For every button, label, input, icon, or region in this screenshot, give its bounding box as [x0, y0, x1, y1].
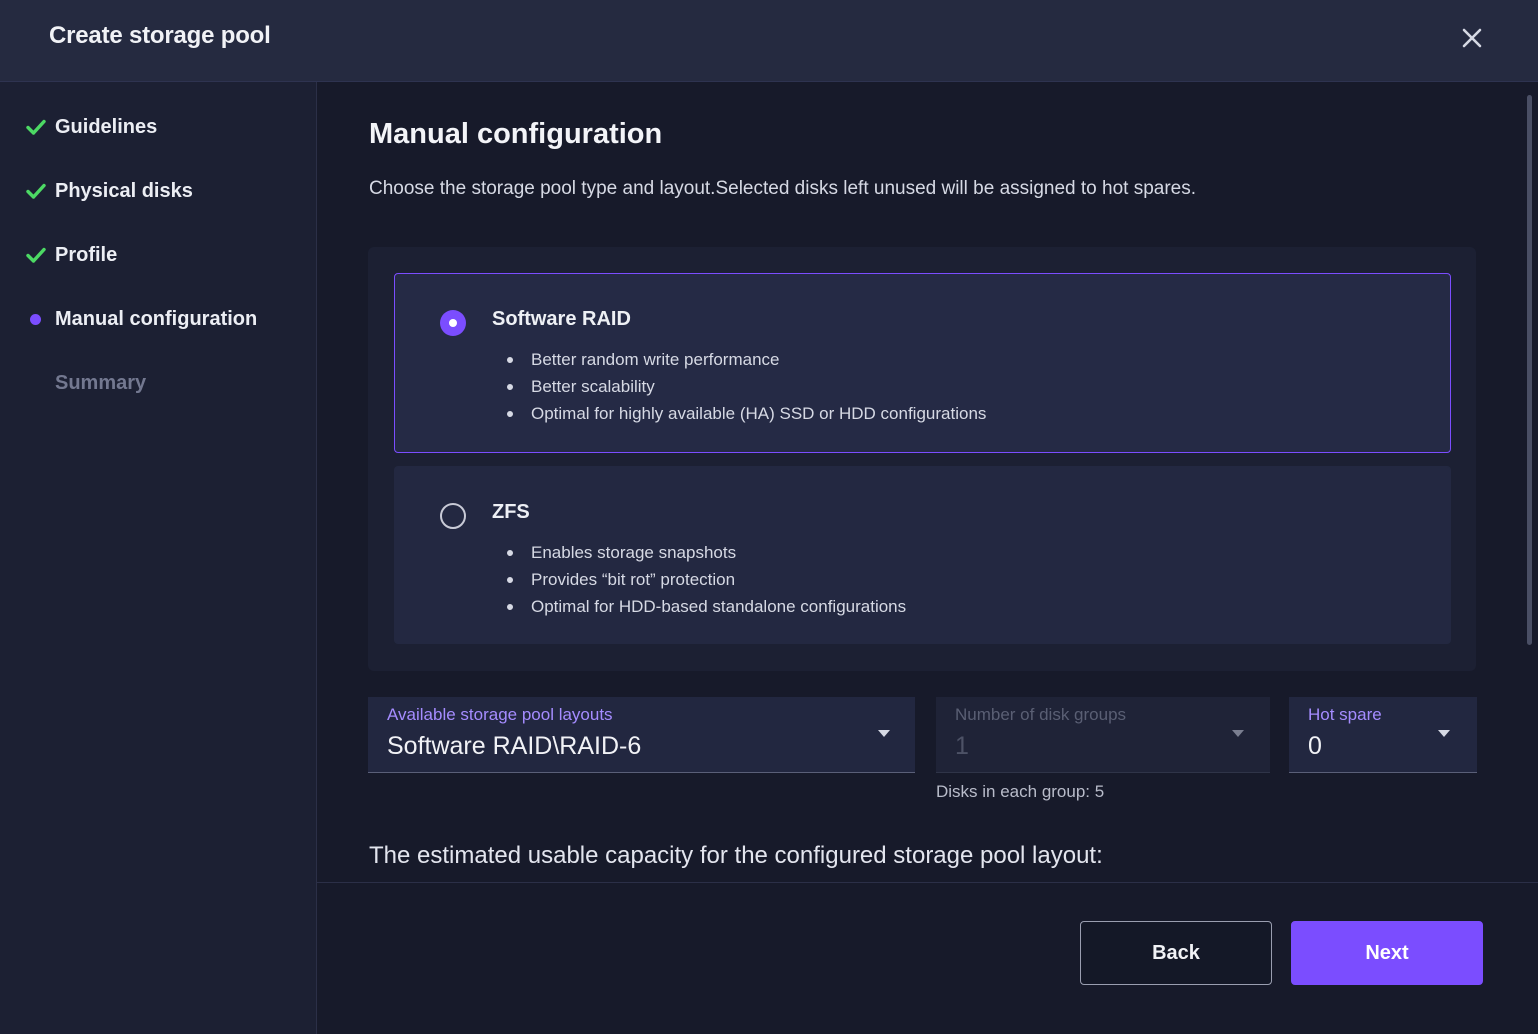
step-label: Physical disks [55, 179, 193, 202]
chevron-down-icon [1232, 730, 1244, 737]
step-label: Manual configuration [55, 307, 258, 330]
disk-groups-select: Number of disk groups 1 [936, 697, 1270, 773]
option-software-raid[interactable]: Software RAID Better random write perfor… [394, 273, 1451, 453]
hot-spare-select[interactable]: Hot spare 0 [1289, 697, 1477, 773]
check-icon [26, 183, 55, 199]
scrollbar[interactable] [1527, 95, 1532, 645]
chevron-down-icon [1438, 730, 1450, 737]
field-value: Software RAID\RAID-6 [387, 732, 642, 760]
field-label: Hot spare [1308, 705, 1382, 724]
field-label: Available storage pool layouts [387, 705, 613, 724]
capacity-heading: The estimated usable capacity for the co… [369, 842, 1103, 869]
close-button[interactable] [1452, 18, 1492, 58]
option-bullets: Enables storage snapshots Provides “bit … [507, 539, 906, 620]
list-item: Better random write performance [507, 346, 986, 373]
option-zfs[interactable]: ZFS Enables storage snapshots Provides “… [394, 466, 1451, 644]
wizard-steps-sidebar: Guidelines Physical disks Profile Manual… [0, 82, 317, 1034]
option-bullets: Better random write performance Better s… [507, 346, 986, 427]
field-value: 0 [1308, 732, 1322, 760]
step-guidelines[interactable]: Guidelines [26, 112, 157, 142]
layout-select[interactable]: Available storage pool layouts Software … [368, 697, 915, 773]
list-item: Optimal for highly available (HA) SSD or… [507, 400, 986, 427]
step-label: Profile [55, 243, 118, 266]
field-value: 1 [955, 732, 969, 760]
pool-type-options: Software RAID Better random write perfor… [368, 247, 1476, 671]
main-content: Manual configuration Choose the storage … [317, 82, 1530, 882]
dialog-header: Create storage pool [0, 0, 1538, 82]
step-label: Guidelines [55, 115, 158, 138]
step-physical-disks[interactable]: Physical disks [26, 176, 193, 206]
page-title: Manual configuration [369, 118, 663, 150]
current-dot-icon [26, 313, 55, 325]
option-name: ZFS [492, 501, 530, 523]
dialog-title: Create storage pool [49, 22, 271, 49]
list-item: Optimal for HDD-based standalone configu… [507, 593, 906, 620]
list-item: Enables storage snapshots [507, 539, 906, 566]
close-icon [1462, 28, 1482, 48]
list-item: Provides “bit rot” protection [507, 566, 906, 593]
step-label: Summary [55, 371, 147, 394]
radio-unselected[interactable] [440, 503, 466, 529]
dialog-footer: Back Next [317, 882, 1538, 1034]
step-summary: Summary [26, 368, 146, 398]
step-manual-configuration[interactable]: Manual configuration [26, 304, 257, 334]
check-icon [26, 119, 55, 135]
chevron-down-icon [878, 730, 890, 737]
back-button[interactable]: Back [1080, 921, 1272, 985]
field-label: Number of disk groups [955, 705, 1127, 724]
check-icon [26, 247, 55, 263]
step-profile[interactable]: Profile [26, 240, 117, 270]
disks-per-group-hint: Disks in each group: 5 [936, 782, 1105, 801]
radio-selected[interactable] [440, 310, 466, 336]
next-button[interactable]: Next [1291, 921, 1483, 985]
option-name: Software RAID [492, 308, 631, 330]
list-item: Better scalability [507, 373, 986, 400]
page-description: Choose the storage pool type and layout.… [369, 178, 1197, 199]
